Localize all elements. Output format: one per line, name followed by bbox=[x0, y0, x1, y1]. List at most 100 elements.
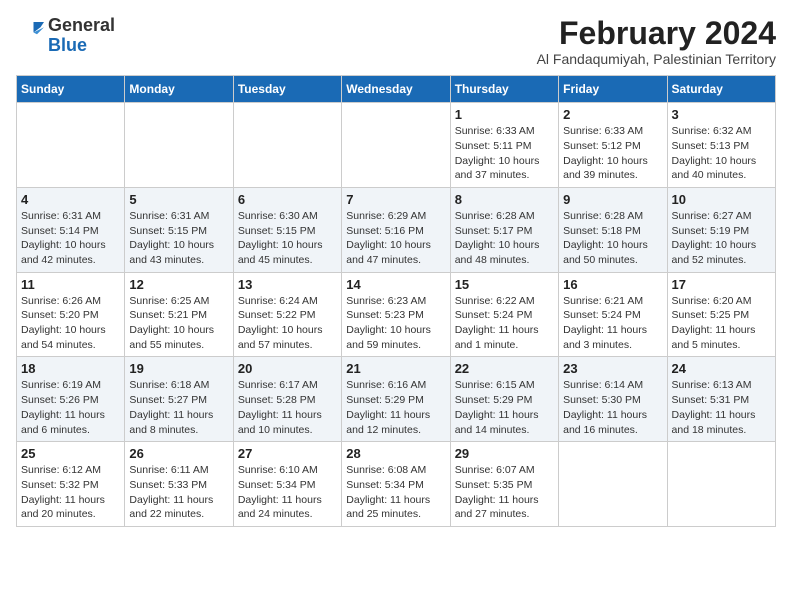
day-number: 5 bbox=[129, 192, 228, 207]
day-info: Sunrise: 6:33 AM Sunset: 5:12 PM Dayligh… bbox=[563, 124, 662, 183]
day-info: Sunrise: 6:12 AM Sunset: 5:32 PM Dayligh… bbox=[21, 463, 120, 522]
day-info: Sunrise: 6:21 AM Sunset: 5:24 PM Dayligh… bbox=[563, 294, 662, 353]
day-info: Sunrise: 6:33 AM Sunset: 5:11 PM Dayligh… bbox=[455, 124, 554, 183]
calendar-cell: 15Sunrise: 6:22 AM Sunset: 5:24 PM Dayli… bbox=[450, 272, 558, 357]
day-info: Sunrise: 6:08 AM Sunset: 5:34 PM Dayligh… bbox=[346, 463, 445, 522]
column-header-tuesday: Tuesday bbox=[233, 76, 341, 103]
day-number: 24 bbox=[672, 361, 771, 376]
day-number: 26 bbox=[129, 446, 228, 461]
day-info: Sunrise: 6:07 AM Sunset: 5:35 PM Dayligh… bbox=[455, 463, 554, 522]
day-number: 6 bbox=[238, 192, 337, 207]
day-info: Sunrise: 6:14 AM Sunset: 5:30 PM Dayligh… bbox=[563, 378, 662, 437]
calendar-cell: 2 Sunrise: 6:33 AM Sunset: 5:12 PM Daylig… bbox=[559, 103, 667, 188]
day-info: Sunrise: 6:13 AM Sunset: 5:31 PM Dayligh… bbox=[672, 378, 771, 437]
calendar-cell: 24 Sunrise: 6:13 AM Sunset: 5:31 PM Dayli… bbox=[667, 357, 775, 442]
day-number: 22 bbox=[455, 361, 554, 376]
calendar-cell: 25 Sunrise: 6:12 AM Sunset: 5:32 PM Dayli… bbox=[17, 442, 125, 527]
calendar-cell: 22 Sunrise: 6:15 AM Sunset: 5:29 PM Dayli… bbox=[450, 357, 558, 442]
calendar-cell: 4 Sunrise: 6:31 AM Sunset: 5:14 PM Daylig… bbox=[17, 187, 125, 272]
day-number: 28 bbox=[346, 446, 445, 461]
column-header-monday: Monday bbox=[125, 76, 233, 103]
day-number: 18 bbox=[21, 361, 120, 376]
column-header-sunday: Sunday bbox=[17, 76, 125, 103]
day-number: 7 bbox=[346, 192, 445, 207]
day-info: Sunrise: 6:23 AM Sunset: 5:23 PM Dayligh… bbox=[346, 294, 445, 353]
day-number: 14 bbox=[346, 277, 445, 292]
day-number: 3 bbox=[672, 107, 771, 122]
day-number: 12 bbox=[129, 277, 228, 292]
day-number: 4 bbox=[21, 192, 120, 207]
day-info: Sunrise: 6:17 AM Sunset: 5:28 PM Dayligh… bbox=[238, 378, 337, 437]
calendar-cell: 8Sunrise: 6:28 AM Sunset: 5:17 PM Daylig… bbox=[450, 187, 558, 272]
calendar-cell: 13 Sunrise: 6:24 AM Sunset: 5:22 PM Dayli… bbox=[233, 272, 341, 357]
calendar-cell: 9Sunrise: 6:28 AM Sunset: 5:18 PM Daylig… bbox=[559, 187, 667, 272]
day-number: 25 bbox=[21, 446, 120, 461]
month-year-title: February 2024 bbox=[537, 16, 776, 51]
day-number: 2 bbox=[563, 107, 662, 122]
calendar-cell: 23Sunrise: 6:14 AM Sunset: 5:30 PM Dayli… bbox=[559, 357, 667, 442]
day-info: Sunrise: 6:16 AM Sunset: 5:29 PM Dayligh… bbox=[346, 378, 445, 437]
column-header-thursday: Thursday bbox=[450, 76, 558, 103]
calendar-cell: 3 Sunrise: 6:32 AM Sunset: 5:13 PM Daylig… bbox=[667, 103, 775, 188]
calendar-cell: 7 Sunrise: 6:29 AM Sunset: 5:16 PM Daylig… bbox=[342, 187, 450, 272]
day-info: Sunrise: 6:24 AM Sunset: 5:22 PM Dayligh… bbox=[238, 294, 337, 353]
calendar-cell: 6Sunrise: 6:30 AM Sunset: 5:15 PM Daylig… bbox=[233, 187, 341, 272]
calendar-cell bbox=[125, 103, 233, 188]
calendar-cell: 10 Sunrise: 6:27 AM Sunset: 5:19 PM Dayli… bbox=[667, 187, 775, 272]
page-header: General Blue February 2024 Al Fandaqumiy… bbox=[16, 16, 776, 67]
calendar-cell bbox=[17, 103, 125, 188]
column-header-wednesday: Wednesday bbox=[342, 76, 450, 103]
day-number: 27 bbox=[238, 446, 337, 461]
calendar-cell bbox=[342, 103, 450, 188]
calendar-cell: 27 Sunrise: 6:10 AM Sunset: 5:34 PM Dayli… bbox=[233, 442, 341, 527]
calendar-cell: 11 Sunrise: 6:26 AM Sunset: 5:20 PM Dayli… bbox=[17, 272, 125, 357]
day-number: 19 bbox=[129, 361, 228, 376]
calendar-cell: 14 Sunrise: 6:23 AM Sunset: 5:23 PM Dayli… bbox=[342, 272, 450, 357]
day-number: 16 bbox=[563, 277, 662, 292]
day-info: Sunrise: 6:26 AM Sunset: 5:20 PM Dayligh… bbox=[21, 294, 120, 353]
calendar-cell bbox=[667, 442, 775, 527]
day-info: Sunrise: 6:31 AM Sunset: 5:15 PM Dayligh… bbox=[129, 209, 228, 268]
calendar-cell: 19 Sunrise: 6:18 AM Sunset: 5:27 PM Dayli… bbox=[125, 357, 233, 442]
day-info: Sunrise: 6:15 AM Sunset: 5:29 PM Dayligh… bbox=[455, 378, 554, 437]
calendar-cell: 1 Sunrise: 6:33 AM Sunset: 5:11 PM Daylig… bbox=[450, 103, 558, 188]
day-number: 13 bbox=[238, 277, 337, 292]
calendar-cell: 18 Sunrise: 6:19 AM Sunset: 5:26 PM Dayli… bbox=[17, 357, 125, 442]
logo-icon bbox=[16, 22, 44, 50]
day-info: Sunrise: 6:29 AM Sunset: 5:16 PM Dayligh… bbox=[346, 209, 445, 268]
calendar-cell: 12 Sunrise: 6:25 AM Sunset: 5:21 PM Dayli… bbox=[125, 272, 233, 357]
day-info: Sunrise: 6:31 AM Sunset: 5:14 PM Dayligh… bbox=[21, 209, 120, 268]
calendar-cell: 21 Sunrise: 6:16 AM Sunset: 5:29 PM Dayli… bbox=[342, 357, 450, 442]
calendar-cell: 16 Sunrise: 6:21 AM Sunset: 5:24 PM Dayli… bbox=[559, 272, 667, 357]
day-number: 21 bbox=[346, 361, 445, 376]
day-number: 9 bbox=[563, 192, 662, 207]
day-info: Sunrise: 6:22 AM Sunset: 5:24 PM Dayligh… bbox=[455, 294, 554, 353]
calendar-cell bbox=[559, 442, 667, 527]
day-info: Sunrise: 6:10 AM Sunset: 5:34 PM Dayligh… bbox=[238, 463, 337, 522]
day-info: Sunrise: 6:20 AM Sunset: 5:25 PM Dayligh… bbox=[672, 294, 771, 353]
day-info: Sunrise: 6:18 AM Sunset: 5:27 PM Dayligh… bbox=[129, 378, 228, 437]
calendar-cell: 5 Sunrise: 6:31 AM Sunset: 5:15 PM Daylig… bbox=[125, 187, 233, 272]
calendar-cell: 28 Sunrise: 6:08 AM Sunset: 5:34 PM Dayli… bbox=[342, 442, 450, 527]
column-header-saturday: Saturday bbox=[667, 76, 775, 103]
day-number: 20 bbox=[238, 361, 337, 376]
day-info: Sunrise: 6:27 AM Sunset: 5:19 PM Dayligh… bbox=[672, 209, 771, 268]
day-info: Sunrise: 6:25 AM Sunset: 5:21 PM Dayligh… bbox=[129, 294, 228, 353]
day-number: 10 bbox=[672, 192, 771, 207]
day-number: 8 bbox=[455, 192, 554, 207]
logo-text: General Blue bbox=[48, 16, 115, 56]
calendar-cell: 29 Sunrise: 6:07 AM Sunset: 5:35 PM Dayli… bbox=[450, 442, 558, 527]
day-info: Sunrise: 6:32 AM Sunset: 5:13 PM Dayligh… bbox=[672, 124, 771, 183]
day-number: 17 bbox=[672, 277, 771, 292]
day-number: 1 bbox=[455, 107, 554, 122]
day-number: 11 bbox=[21, 277, 120, 292]
calendar-cell: 20 Sunrise: 6:17 AM Sunset: 5:28 PM Dayli… bbox=[233, 357, 341, 442]
logo: General Blue bbox=[16, 16, 115, 56]
day-number: 29 bbox=[455, 446, 554, 461]
day-info: Sunrise: 6:19 AM Sunset: 5:26 PM Dayligh… bbox=[21, 378, 120, 437]
calendar-cell bbox=[233, 103, 341, 188]
title-block: February 2024 Al Fandaqumiyah, Palestini… bbox=[537, 16, 776, 67]
column-header-friday: Friday bbox=[559, 76, 667, 103]
calendar-table: SundayMondayTuesdayWednesdayThursdayFrid… bbox=[16, 75, 776, 527]
day-info: Sunrise: 6:11 AM Sunset: 5:33 PM Dayligh… bbox=[129, 463, 228, 522]
